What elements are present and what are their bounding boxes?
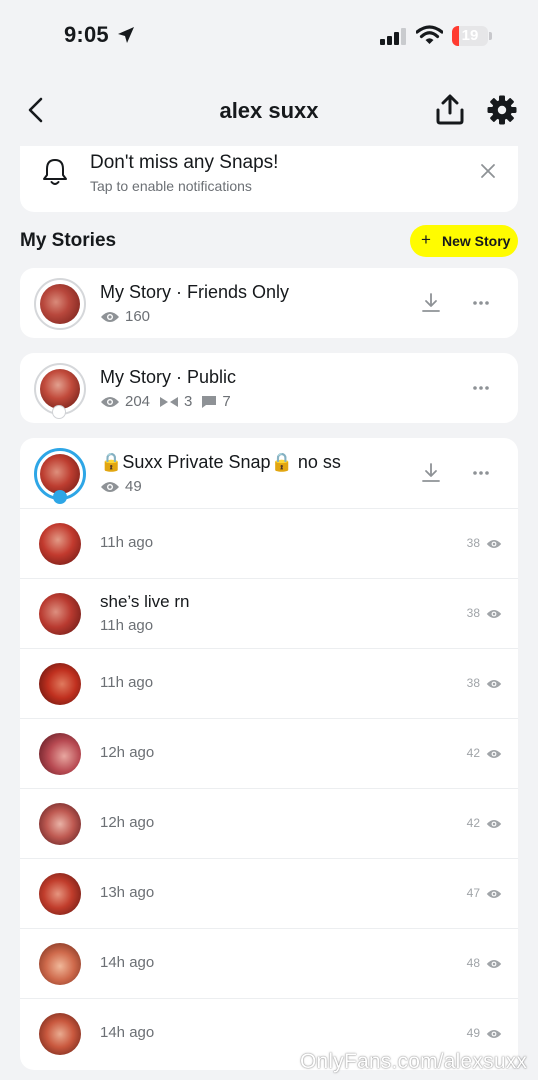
notification-subtitle: Tap to enable notifications (90, 178, 252, 194)
my-stories-heading: My Stories (20, 230, 117, 251)
snap-views: 38 (466, 536, 480, 550)
snap-row[interactable]: 11h ago 38 (20, 648, 518, 718)
snap-views: 42 (466, 746, 480, 760)
eye-icon (486, 1030, 502, 1038)
status-bar: 9:05 19 (0, 0, 538, 72)
eye-icon (101, 481, 119, 492)
snap-time: 11h ago (100, 674, 154, 691)
snap-thumbnail (39, 523, 81, 565)
snap-thumbnail (39, 663, 81, 705)
story-avatar (34, 278, 86, 330)
story-screenshots: 3 (184, 393, 193, 410)
download-icon[interactable] (422, 293, 440, 313)
eye-icon (486, 960, 502, 968)
navigation-bar: alex suxx (0, 72, 538, 148)
snap-row[interactable]: 12h ago 42 (20, 788, 518, 858)
snap-time: 14h ago (100, 1024, 155, 1041)
close-icon[interactable] (480, 163, 496, 179)
story-name: My Story · Public (100, 367, 237, 387)
snap-title: she’s live rn (100, 592, 190, 611)
story-friends-only[interactable]: My Story · Friends Only 160 (20, 268, 518, 338)
chat-bubble-icon (202, 395, 217, 408)
share-upload-icon[interactable] (435, 94, 465, 126)
eye-icon (486, 680, 502, 688)
snap-thumbnail (39, 733, 81, 775)
snap-time: 11h ago (100, 617, 154, 634)
snap-row[interactable]: 11h ago 38 (20, 508, 518, 578)
plus-icon: + (421, 230, 431, 249)
eye-icon (486, 820, 502, 828)
snap-thumbnail (39, 1013, 81, 1055)
snap-row[interactable]: she’s live rn 11h ago 38 (20, 578, 518, 648)
bell-icon (43, 159, 67, 185)
story-avatar (34, 448, 86, 504)
eye-icon (486, 610, 502, 618)
snap-views: 38 (466, 676, 480, 690)
new-story-button[interactable]: + New Story (410, 225, 518, 257)
story-private: 🔒Suxx Private Snap🔒 no ss 49 11h ago 38 … (20, 438, 518, 1070)
screenshot-arrows-icon (160, 396, 179, 407)
story-meta: 160 (100, 308, 150, 325)
snap-time: 12h ago (100, 744, 155, 761)
snap-thumbnail (39, 593, 81, 635)
snap-row[interactable]: 13h ago 47 (20, 858, 518, 928)
snap-time: 12h ago (100, 814, 155, 831)
more-options-icon[interactable] (472, 300, 490, 306)
globe-icon (52, 405, 66, 419)
snap-views: 42 (466, 816, 480, 830)
eye-icon (486, 750, 502, 758)
story-avatar (34, 363, 86, 419)
snap-time: 11h ago (100, 534, 154, 551)
snap-views: 48 (466, 956, 480, 970)
eye-icon (101, 396, 119, 407)
story-name: 🔒Suxx Private Snap🔒 no ss (100, 452, 341, 472)
cellular-signal-icon (380, 28, 406, 45)
story-meta: 49 (100, 478, 142, 495)
story-views: 160 (125, 308, 151, 325)
notification-banner[interactable]: Don't miss any Snaps! Tap to enable noti… (20, 146, 518, 212)
story-views: 204 (125, 393, 151, 410)
battery-percent: 19 (461, 27, 479, 44)
story-public[interactable]: My Story · Public 204 3 7 (20, 353, 518, 423)
story-replies: 7 (222, 393, 231, 410)
eye-icon (101, 311, 119, 322)
snap-row[interactable]: 14h ago 48 (20, 928, 518, 998)
eye-icon (486, 890, 502, 898)
story-meta: 204 3 7 (100, 393, 231, 410)
snap-time: 13h ago (100, 884, 155, 901)
new-story-label: New Story (442, 233, 511, 249)
snap-views: 47 (466, 886, 480, 900)
wifi-icon (416, 25, 443, 44)
more-options-icon[interactable] (472, 470, 490, 476)
watermark-text: OnlyFans.com/alexsuxx (300, 1050, 528, 1073)
story-name: My Story · Friends Only (100, 282, 290, 302)
battery-indicator: 19 (452, 26, 492, 46)
snap-thumbnail (39, 803, 81, 845)
private-story-header[interactable]: 🔒Suxx Private Snap🔒 no ss 49 (20, 438, 518, 508)
gear-icon[interactable] (487, 95, 517, 125)
snap-views: 38 (466, 606, 480, 620)
download-icon[interactable] (422, 463, 440, 483)
status-time: 9:05 (64, 22, 109, 47)
snap-thumbnail (39, 943, 81, 985)
snap-thumbnail (39, 873, 81, 915)
notification-title: Don't miss any Snaps! (90, 152, 279, 173)
snap-time: 14h ago (100, 954, 155, 971)
location-arrow-icon (118, 27, 134, 43)
eye-icon (486, 540, 502, 548)
more-options-icon[interactable] (472, 385, 490, 391)
snap-row[interactable]: 12h ago 42 (20, 718, 518, 788)
snap-views: 49 (466, 1026, 480, 1040)
story-views: 49 (125, 478, 142, 495)
lock-icon (53, 490, 67, 504)
